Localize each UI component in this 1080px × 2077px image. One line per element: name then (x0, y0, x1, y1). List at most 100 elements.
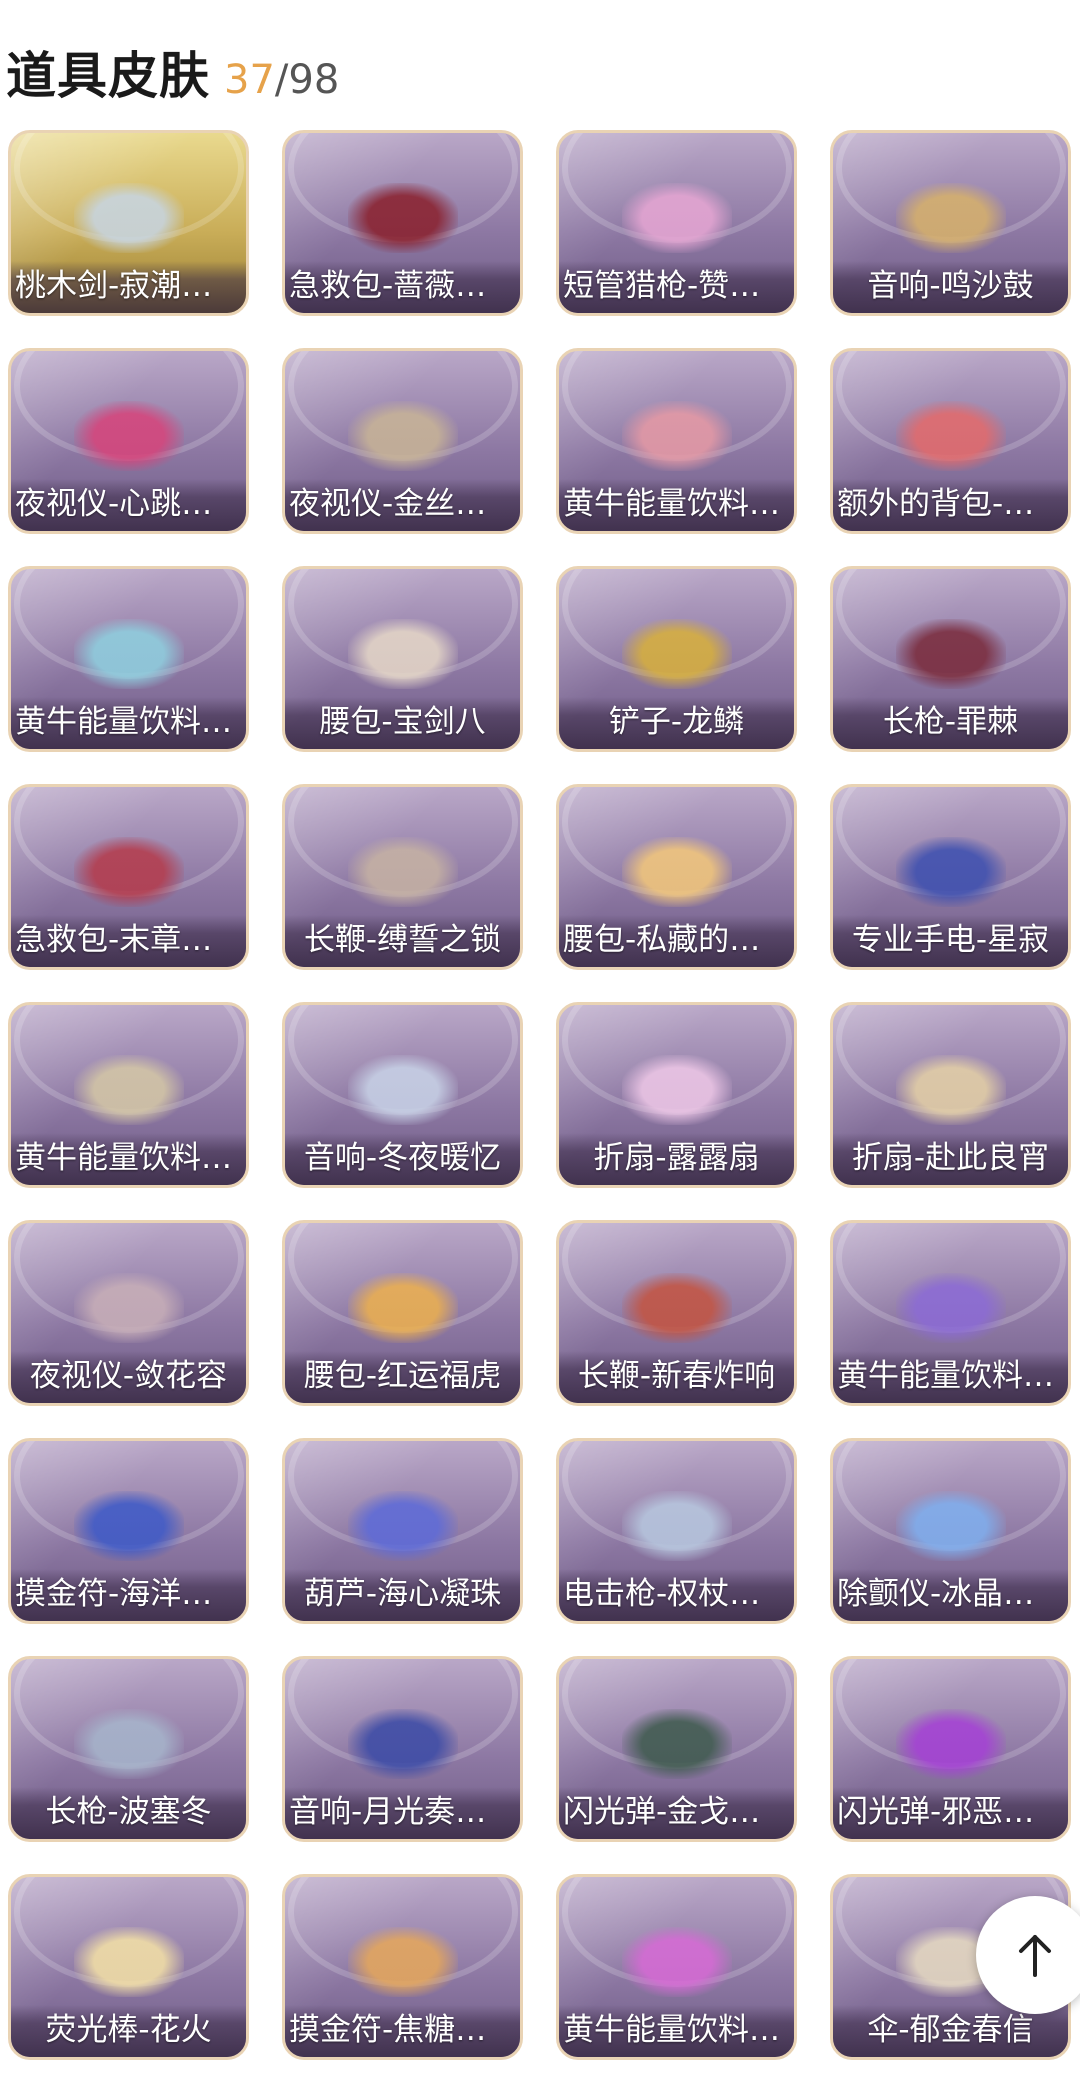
skin-name-label: 电击枪-权杖的… (563, 1576, 790, 1612)
skin-item-image (347, 1273, 458, 1343)
skin-item-image (347, 183, 458, 253)
skin-card[interactable]: 葫芦-海心凝珠 (282, 1438, 523, 1624)
skin-card[interactable]: 黄牛能量饮料-… (8, 566, 249, 752)
owned-count: 37 (224, 57, 275, 103)
skin-name-label: 急救包-末章心… (15, 922, 242, 958)
skin-name-label: 专业手电-星寂 (851, 922, 1050, 958)
skin-card[interactable]: 额外的背包-飞… (830, 348, 1071, 534)
total-count: 98 (288, 57, 340, 103)
skin-name-label: 桃木剑-寂潮之… (15, 268, 242, 304)
skin-item-image (621, 619, 732, 689)
skin-card[interactable]: 闪光弹-邪恶滚… (830, 1656, 1071, 1842)
skin-item-image (73, 1709, 184, 1779)
skin-item-image (895, 619, 1006, 689)
skin-card[interactable]: 夜视仪-敛花容 (8, 1220, 249, 1406)
count-separator: / (274, 57, 289, 103)
skin-item-image (895, 1491, 1006, 1561)
skin-item-image (621, 1055, 732, 1125)
skin-card[interactable]: 长枪-波塞冬 (8, 1656, 249, 1842)
skin-item-image (347, 619, 458, 689)
skin-item-image (347, 401, 458, 471)
skin-name-label: 夜视仪-金丝眼… (289, 486, 516, 522)
skin-item-image (73, 1927, 184, 1997)
skin-card[interactable]: 折扇-露露扇 (556, 1002, 797, 1188)
skin-card[interactable]: 急救包-蔷薇物… (282, 130, 523, 316)
skin-card[interactable]: 急救包-末章心… (8, 784, 249, 970)
skin-item-image (347, 1709, 458, 1779)
skin-item-image (347, 1491, 458, 1561)
skin-card[interactable]: 音响-鸣沙鼓 (830, 130, 1071, 316)
skin-card[interactable]: 长鞭-缚誓之锁 (282, 784, 523, 970)
skin-name-label: 除颤仪-冰晶般… (837, 1576, 1064, 1612)
skin-card[interactable]: 黄牛能量饮料-… (830, 1220, 1071, 1406)
skin-card[interactable]: 除颤仪-冰晶般… (830, 1438, 1071, 1624)
skin-name-label: 腰包-宝剑八 (319, 704, 486, 740)
skin-item-image (347, 1927, 458, 1997)
skin-card[interactable]: 电击枪-权杖的… (556, 1438, 797, 1624)
skin-item-image (73, 619, 184, 689)
skin-name-label: 长鞭-新春炸响 (577, 1358, 776, 1394)
skin-name-label: 黄牛能量饮料-… (563, 486, 790, 522)
skin-item-image (621, 401, 732, 471)
skin-name-label: 短管猎枪-赞萌… (563, 268, 790, 304)
skin-name-label: 长枪-波塞冬 (45, 1794, 212, 1830)
skin-card[interactable]: 长鞭-新春炸响 (556, 1220, 797, 1406)
skin-card[interactable]: 腰包-宝剑八 (282, 566, 523, 752)
skin-name-label: 额外的背包-飞… (837, 486, 1064, 522)
skin-name-label: 荧光棒-花火 (45, 2012, 212, 2048)
skin-card[interactable]: 腰包-私藏的银… (556, 784, 797, 970)
skin-card[interactable]: 夜视仪-心跳眼… (8, 348, 249, 534)
skin-name-label: 音响-鸣沙鼓 (867, 268, 1034, 304)
skin-card[interactable]: 音响-冬夜暖忆 (282, 1002, 523, 1188)
skin-item-image (895, 837, 1006, 907)
skin-item-image (895, 183, 1006, 253)
skin-name-label: 闪光弹-金戈玄… (563, 1794, 790, 1830)
skin-card[interactable]: 短管猎枪-赞萌… (556, 130, 797, 316)
page-title: 道具皮肤 (6, 47, 210, 105)
skin-name-label: 夜视仪-敛花容 (29, 1358, 228, 1394)
skin-item-image (347, 1055, 458, 1125)
skin-item-image (621, 837, 732, 907)
skin-name-label: 葫芦-海心凝珠 (303, 1576, 502, 1612)
skin-card[interactable]: 荧光棒-花火 (8, 1874, 249, 2060)
skin-name-label: 长枪-罪棘 (882, 704, 1019, 740)
skin-grid: 桃木剑-寂潮之… 急救包-蔷薇物… 短管猎枪-赞萌… 音响-鸣沙鼓夜视仪-心跳眼… 夜视… (8, 130, 1071, 2060)
skin-card[interactable]: 腰包-红运福虎 (282, 1220, 523, 1406)
skin-item-image (73, 837, 184, 907)
skin-card[interactable]: 音响-月光奏鸣… (282, 1656, 523, 1842)
skin-card[interactable]: 桃木剑-寂潮之… (8, 130, 249, 316)
skin-name-label: 急救包-蔷薇物… (289, 268, 516, 304)
skin-name-label: 铲子-龙鳞 (608, 704, 745, 740)
skin-card[interactable]: 黄牛能量饮料-… (556, 348, 797, 534)
skin-card[interactable]: 黄牛能量饮料-… (8, 1002, 249, 1188)
skin-name-label: 折扇-露露扇 (593, 1140, 760, 1176)
skin-card[interactable]: 摸金符-海洋之… (8, 1438, 249, 1624)
skin-card[interactable]: 专业手电-星寂 (830, 784, 1071, 970)
skin-item-image (621, 1273, 732, 1343)
skin-card[interactable]: 铲子-龙鳞 (556, 566, 797, 752)
skin-card[interactable]: 长枪-罪棘 (830, 566, 1071, 752)
skin-item-image (73, 1055, 184, 1125)
arrow-up-icon (1019, 1935, 1051, 1977)
skin-item-image (621, 183, 732, 253)
skin-card[interactable]: 摸金符-焦糖纪… (282, 1874, 523, 2060)
collection-count: 37/98 (224, 57, 339, 103)
skin-item-image (895, 1055, 1006, 1125)
skin-card[interactable]: 黄牛能量饮料-… (556, 1874, 797, 2060)
skin-item-image (621, 1927, 732, 1997)
skin-item-image (621, 1491, 732, 1561)
skin-name-label: 黄牛能量饮料-… (15, 1140, 242, 1176)
skin-item-image (73, 183, 184, 253)
skin-item-image (73, 1273, 184, 1343)
skin-card[interactable]: 折扇-赴此良宵 (830, 1002, 1071, 1188)
skin-card[interactable]: 夜视仪-金丝眼… (282, 348, 523, 534)
skin-item-image (73, 1491, 184, 1561)
skin-name-label: 腰包-红运福虎 (303, 1358, 502, 1394)
skin-card[interactable]: 闪光弹-金戈玄… (556, 1656, 797, 1842)
skin-name-label: 音响-冬夜暖忆 (303, 1140, 502, 1176)
skin-name-label: 夜视仪-心跳眼… (15, 486, 242, 522)
skin-item-image (895, 1709, 1006, 1779)
skin-name-label: 折扇-赴此良宵 (851, 1140, 1050, 1176)
skin-name-label: 长鞭-缚誓之锁 (303, 922, 502, 958)
skin-item-image (347, 837, 458, 907)
